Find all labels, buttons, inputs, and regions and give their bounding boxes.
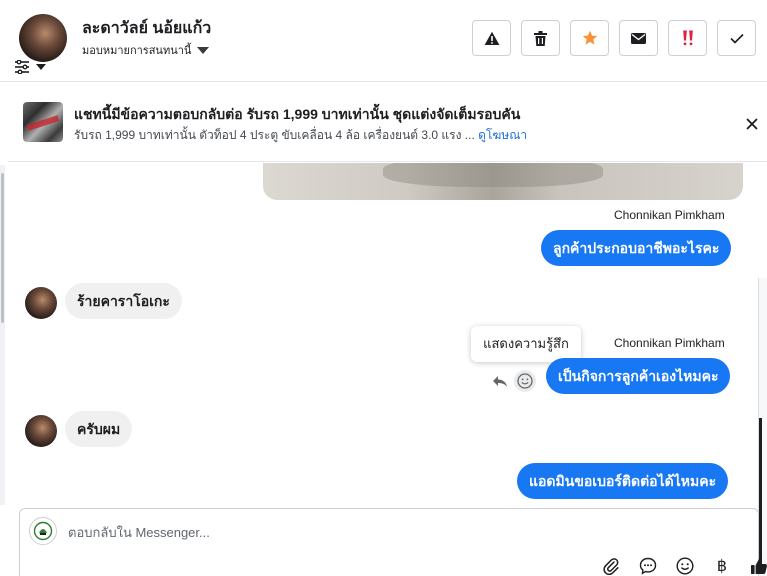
chevron-down-icon [36,64,46,70]
ad-context-banner: แชทนี้มีข้อความตอบกลับต่อ รับรถ 1,999 บา… [8,90,767,162]
ad-thumbnail[interactable] [23,102,63,142]
chevron-down-icon [197,46,210,54]
react-button[interactable] [514,370,536,392]
outgoing-message[interactable]: ลูกค้าประกอบอาชีพอะไรคะ [541,230,732,266]
emoji-button[interactable] [674,555,696,576]
reply-icon[interactable] [492,375,508,388]
payment-button[interactable]: ฿ [711,555,733,576]
contact-avatar-small [25,287,57,319]
reply-input[interactable] [68,521,568,543]
warning-icon [484,31,499,45]
trash-icon [534,30,547,46]
chat-bubble-icon [639,557,657,575]
incoming-message[interactable]: ร้ายคาราโอเกะ [65,283,182,319]
message-composer: ฿ [19,508,767,576]
composer-toolbar: ฿ [600,555,767,576]
mark-done-button[interactable] [717,20,756,56]
view-ad-link[interactable]: ดูโฆษณา [478,128,527,142]
react-tooltip: แสดงความรู้สึก [471,326,581,362]
ad-description: รับรถ 1,999 บาทเท่านั้น ตัวท็อป 4 ประตู … [74,126,527,145]
filter-dropdown[interactable] [14,60,46,74]
sender-name: Chonnikan Pimkham [614,208,725,222]
contact-avatar-small [25,415,57,447]
conversation-header: ละดาวัลย์ นอ้ยแก้ว มอบหมายการสนทนานี้ [0,0,767,82]
incoming-message[interactable]: ครับผม [65,411,133,447]
contact-avatar[interactable] [19,14,67,62]
outgoing-message[interactable]: เป็นกิจการลูกค้าเองไหมคะ [546,358,731,394]
delete-button[interactable] [521,20,560,56]
page-avatar [29,517,57,545]
like-button[interactable] [748,555,767,576]
close-icon [746,118,758,130]
assign-conversation-dropdown[interactable]: มอบหมายการสนทนานี้ [82,41,210,59]
mark-spam-button[interactable] [472,20,511,56]
checkmark-icon [729,33,744,44]
envelope-icon [631,32,646,44]
baht-icon: ฿ [716,558,728,575]
outgoing-message[interactable]: แอดมินขอเบอร์ติดต่อได้ไหมคะ [517,463,729,499]
mark-unread-button[interactable] [619,20,658,56]
ad-title: แชทนี้มีข้อความตอบกลับต่อ รับรถ 1,999 บา… [74,106,521,122]
thumbs-up-icon [751,558,767,574]
page-logo-icon [33,521,53,541]
sender-name: Chonnikan Pimkham [614,336,725,350]
paperclip-icon [603,558,619,575]
close-banner-button[interactable] [742,114,762,134]
emoji-icon [676,557,694,575]
ad-description-text: รับรถ 1,999 บาทเท่านั้น ตัวท็อป 4 ประตู … [74,128,475,142]
star-icon [582,30,597,45]
left-panel-scrollbar[interactable] [0,165,5,505]
follow-up-button[interactable] [668,20,707,56]
right-panel-edge [758,278,767,576]
sliders-icon [15,60,29,74]
message-actions [492,370,536,392]
smiley-icon [517,373,533,389]
contact-name[interactable]: ละดาวัลย์ นอ้ยแก้ว [82,16,211,41]
attach-button[interactable] [600,555,622,576]
saved-replies-button[interactable] [637,555,659,576]
star-button[interactable] [570,20,609,56]
double-exclamation-icon [682,30,693,46]
assign-label: มอบหมายการสนทนานี้ [82,45,192,57]
conversation-actions [472,20,756,56]
image-attachment[interactable] [263,163,743,200]
